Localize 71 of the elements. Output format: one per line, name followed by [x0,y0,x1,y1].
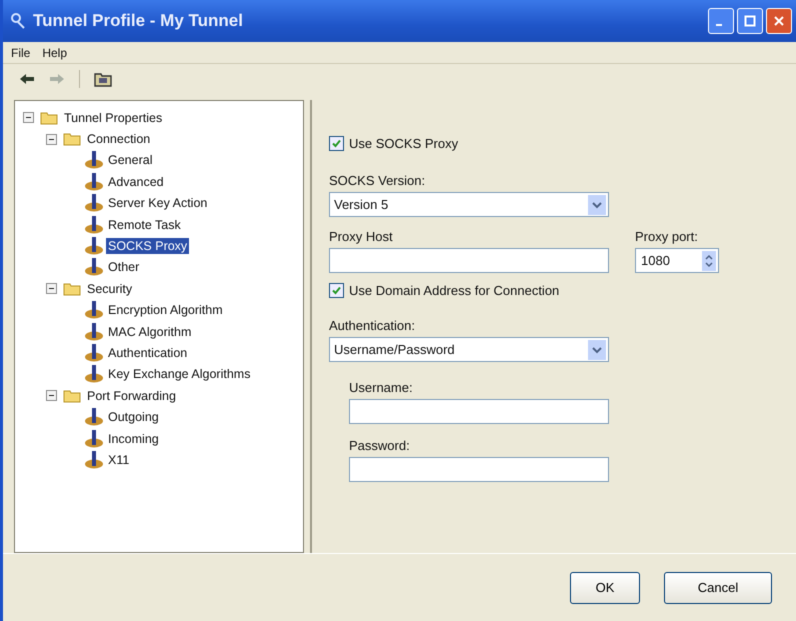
tree-item[interactable]: Tunnel Properties [62,110,164,126]
dialog-button[interactable]: Cancel [664,572,772,604]
checkmark-icon [331,285,342,296]
connector-icon [84,172,104,191]
dialog-button[interactable]: OK [570,572,640,604]
folder-icon [40,110,58,125]
connector-icon [84,450,104,469]
tree-item[interactable]: General [106,152,154,168]
host-field[interactable] [329,248,609,273]
tree-item[interactable]: Authentication [106,344,190,361]
tree-item[interactable]: Security [85,280,134,297]
checkbox[interactable] [329,136,344,151]
tree-item[interactable]: Encryption Algorithm [106,302,225,318]
folder-icon [63,388,81,403]
connector-icon [84,216,104,234]
tree-item[interactable]: X11 [106,452,132,468]
window-title: Tunnel Profile - My Tunnel [33,11,243,31]
connector-icon [84,344,104,362]
connector-icon [84,322,104,341]
folder-icon [63,132,81,146]
spinner-arrows-icon[interactable] [702,250,716,270]
port-spinner[interactable]: 1080 [635,248,719,273]
close-icon [773,15,785,27]
collapse-icon[interactable] [23,112,34,124]
connector-icon [84,365,104,384]
tree-item[interactable]: Advanced [106,174,166,190]
checkbox[interactable] [329,283,344,298]
maximize-button[interactable] [737,8,763,34]
tree-item[interactable]: Remote Task [106,216,183,233]
close-button[interactable] [766,8,792,34]
tree-item[interactable]: Incoming [106,430,161,447]
field-label: Proxy port: [635,229,699,244]
tree-item[interactable]: Other [106,259,142,276]
tree-item[interactable]: Connection [85,131,152,148]
field-label: Username: [349,380,414,395]
checkmark-icon [331,138,342,149]
field-label: Password: [349,438,411,453]
menu-item[interactable]: File [11,46,30,60]
tree-item[interactable]: Server Key Action [106,195,210,212]
tree-item[interactable]: SOCKS Proxy [106,238,190,254]
folder-icon[interactable] [94,71,112,87]
checkbox-label: Use Domain Address for Connection [349,283,560,298]
folder-icon [63,282,81,296]
back-arrow-icon[interactable] [19,73,35,85]
connector-icon [84,301,104,320]
field-label: Authentication: [329,318,416,333]
field-label: Proxy Host [329,229,394,244]
connector-icon [84,430,104,448]
connector-icon [84,237,104,256]
username-field[interactable] [349,399,609,424]
tree-item[interactable]: Outgoing [106,409,161,426]
version-dropdown[interactable]: Version 5 [329,192,609,217]
tree-item[interactable]: Port Forwarding [85,388,178,404]
authentication-dropdown[interactable]: Username/Password [329,337,609,362]
maximize-icon [744,15,756,27]
collapse-icon[interactable] [46,390,57,402]
collapse-icon[interactable] [46,134,57,145]
password-field[interactable] [349,457,609,482]
minimize-icon [716,24,722,26]
app-icon [9,12,27,30]
field-label: SOCKS Version: [329,173,426,188]
tree-item[interactable]: MAC Algorithm [106,324,194,340]
checkbox-label: Use SOCKS Proxy [349,136,458,151]
collapse-icon[interactable] [46,283,57,294]
connector-icon [84,194,104,212]
connector-icon [84,258,104,276]
connector-icon [84,151,104,170]
connector-icon [84,408,104,426]
menu-item[interactable]: Help [42,46,68,60]
tree-item[interactable]: Key Exchange Algorithms [106,366,252,382]
minimize-button[interactable] [708,8,734,34]
